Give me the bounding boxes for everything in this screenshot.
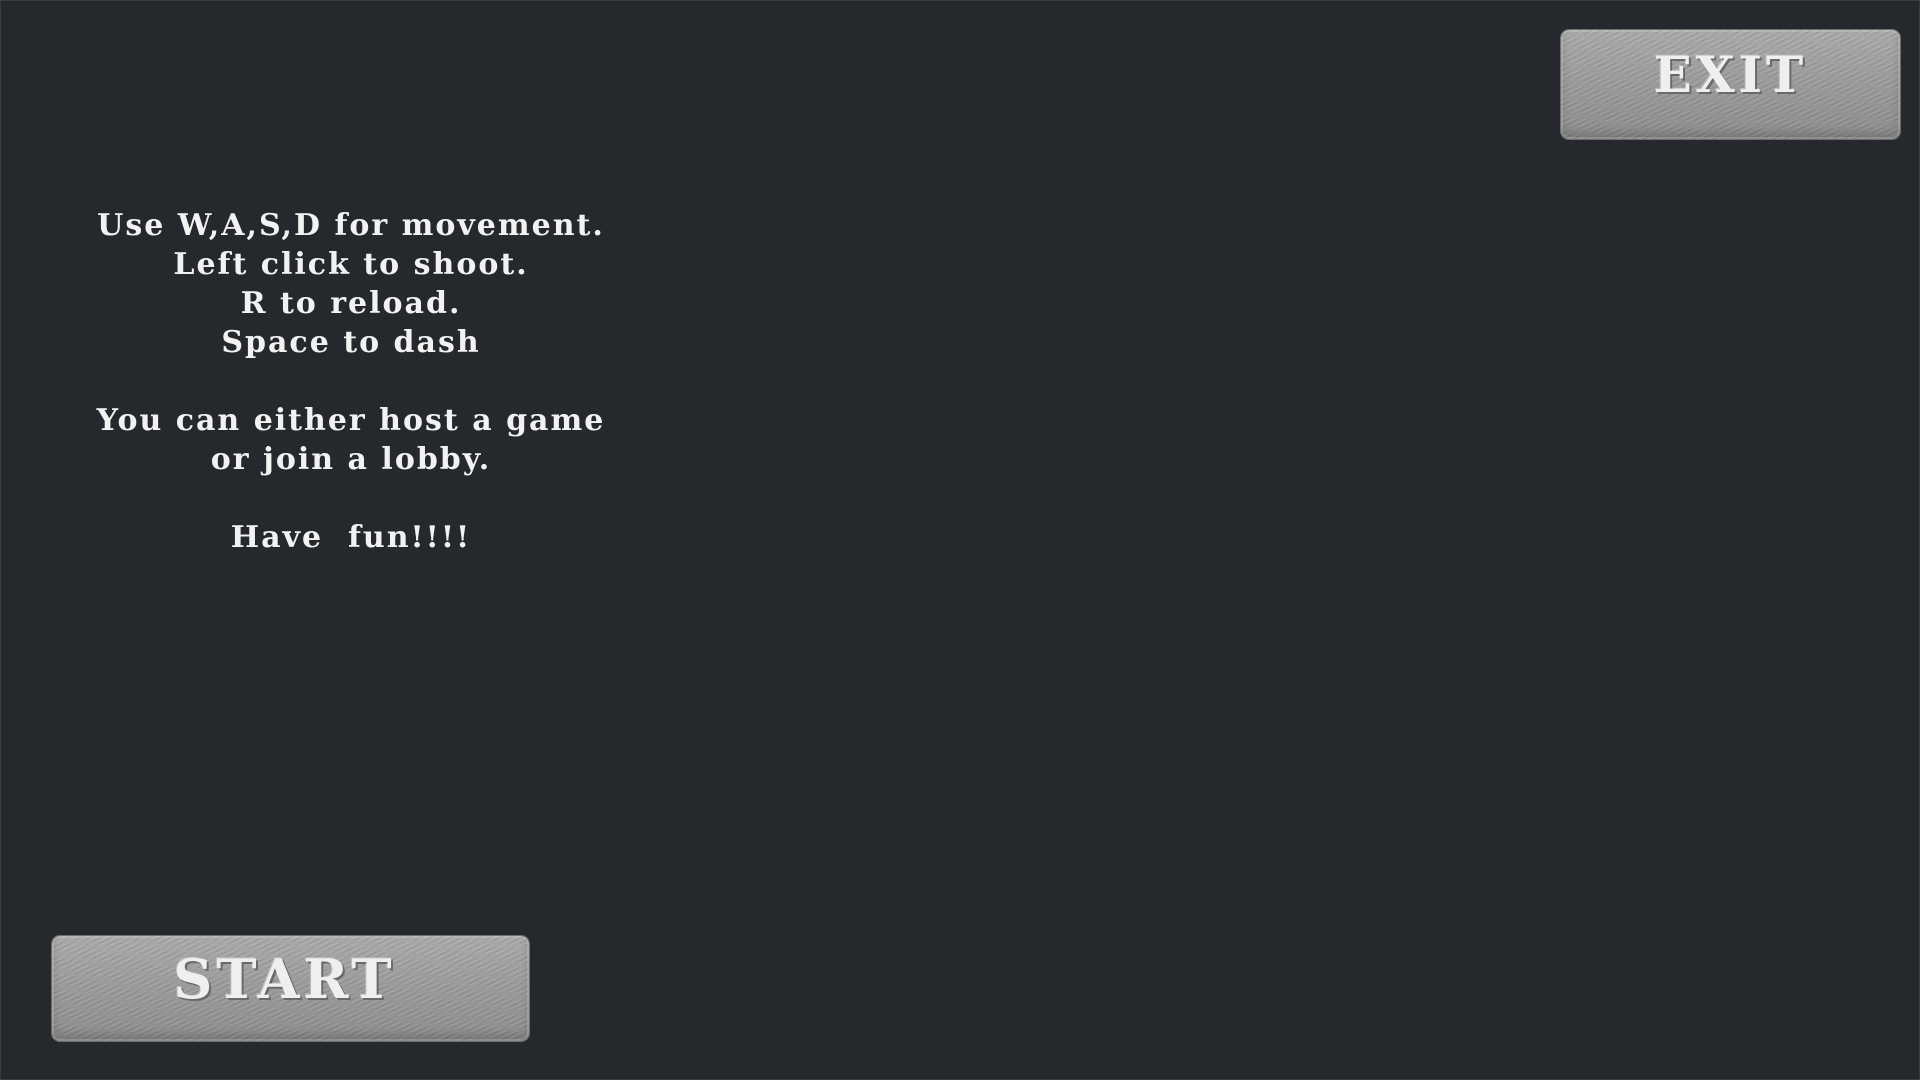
start-button-label: START xyxy=(173,947,396,1011)
instruction-line-dash: Space to dash xyxy=(221,325,481,360)
exit-button[interactable]: EXIT xyxy=(1561,30,1900,139)
instruction-line-reload: R to reload. xyxy=(240,286,462,321)
instruction-line-have-fun: Have fun!!!! xyxy=(230,520,472,555)
instruction-spacer xyxy=(71,479,631,518)
game-menu-screen: EXIT Use W,A,S,D for movement. Left clic… xyxy=(0,0,1920,1080)
instructions-text: Use W,A,S,D for movement. Left click to … xyxy=(71,206,631,557)
instruction-line-host: You can either host a game xyxy=(96,403,606,438)
instruction-line-shoot: Left click to shoot. xyxy=(173,247,529,282)
instruction-spacer xyxy=(71,362,631,401)
instruction-line-lobby: or join a lobby. xyxy=(210,442,492,477)
instruction-line-movement: Use W,A,S,D for movement. xyxy=(97,208,605,243)
start-button[interactable]: START xyxy=(52,936,529,1041)
exit-button-label: EXIT xyxy=(1653,45,1808,104)
